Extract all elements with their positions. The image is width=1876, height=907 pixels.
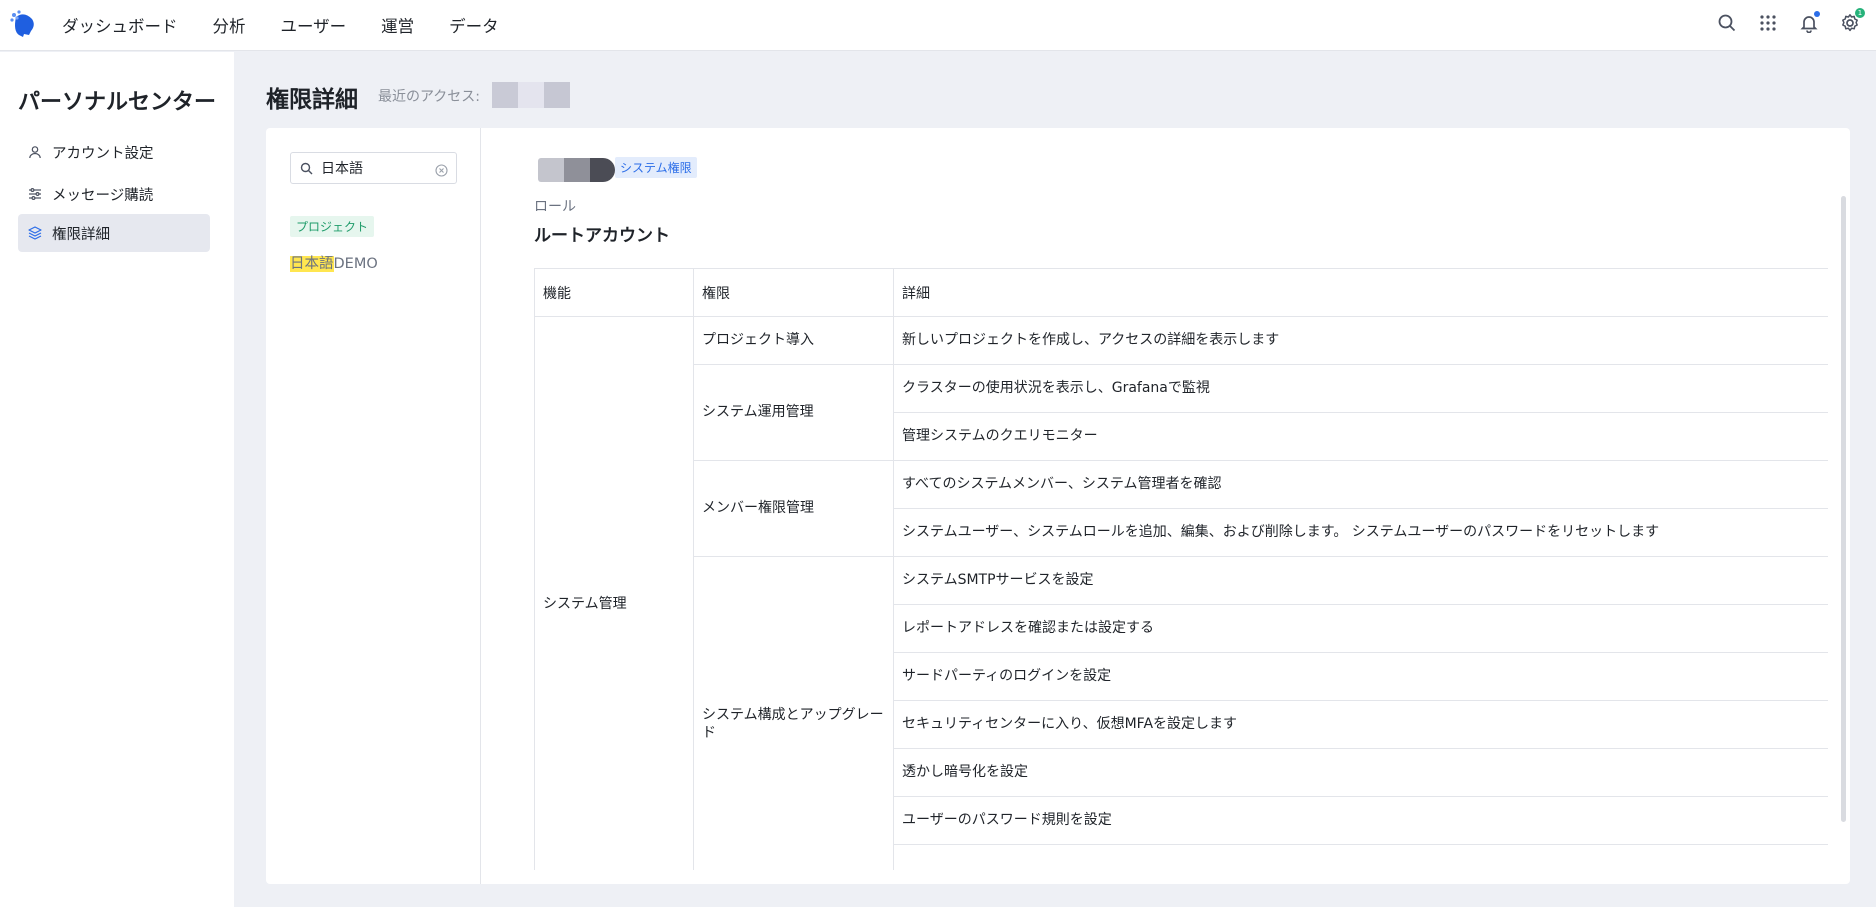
sidebar-item-message-subscription[interactable]: メッセージ購読 <box>18 175 210 213</box>
nav-item-1[interactable]: 分析 <box>213 13 246 37</box>
project-tag: プロジェクト <box>290 216 375 237</box>
role-avatar <box>538 158 615 182</box>
system-permission-tag: システム権限 <box>615 157 697 178</box>
bell-icon[interactable] <box>1797 11 1821 35</box>
search-icon <box>300 161 314 175</box>
table-row: システム管理 プロジェクト導入 新しいプロジェクトを作成し、アクセスの詳細を表示しま… <box>534 316 1828 870</box>
column-header-details: 詳細 <box>893 268 1828 317</box>
gear-icon[interactable]: 1 <box>1838 8 1865 35</box>
permission-cell: メンバー権限管理 <box>693 460 894 557</box>
project-item-rest: DEMO <box>333 256 378 272</box>
role-label: ロール <box>534 199 576 215</box>
detail-cell: 管理システムのクエリモニター <box>893 412 1828 461</box>
permission-card: プロジェクト 日本語DEMO システム権限 ロール ルートアカウント 機能 権限… <box>266 128 1850 884</box>
top-right-icons: 1 <box>1698 8 1865 35</box>
sidebar-title: パーソナルセンター <box>18 90 217 115</box>
page-title: 権限詳細 <box>266 87 358 113</box>
detail-cell: すべてのシステムメンバー、システム管理者を確認 <box>893 460 1828 509</box>
permission-cell: システム運用管理 <box>693 364 894 461</box>
detail-cell <box>893 844 1828 870</box>
detail-cell: クラスターの使用状況を表示し、Grafanaで監視 <box>893 364 1828 413</box>
function-cell: システム管理 <box>534 316 694 870</box>
permission-detail-panel: システム権限 ロール ルートアカウント 機能 権限 詳細 システム管理 プロジェク… <box>506 128 1850 884</box>
detail-cell: システムSMTPサービスを設定 <box>893 556 1828 605</box>
sidebar-item-label: メッセージ購読 <box>52 187 154 204</box>
table-row: メンバー権限管理 すべてのシステムメンバー、システム管理者を確認 <box>535 460 1828 557</box>
permission-cell: システム構成とアップグレード <box>693 556 894 870</box>
nav-item-4[interactable]: データ <box>449 13 499 37</box>
table-scrollbar[interactable] <box>1841 196 1846 822</box>
nav-item-2[interactable]: ユーザー <box>281 13 347 37</box>
search-icon[interactable] <box>1715 11 1739 35</box>
user-icon <box>27 144 43 160</box>
settings-badge: 1 <box>1855 8 1865 18</box>
grid-icon[interactable] <box>1756 11 1780 35</box>
notification-dot <box>1814 11 1820 17</box>
permission-table: 機能 権限 詳細 システム管理 プロジェクト導入 新しいプロジェクトを作成し、アクセ… <box>534 268 1828 870</box>
detail-cell: レポートアドレスを確認または設定する <box>893 604 1828 653</box>
column-header-function: 機能 <box>534 268 694 317</box>
nav-item-0[interactable]: ダッシュボード <box>62 13 178 37</box>
layers-icon <box>27 225 43 241</box>
sidebar: パーソナルセンター アカウント設定 メッセージ購読 権限詳細 <box>0 52 234 907</box>
detail-cell: ユーザーのパスワード規則を設定 <box>893 796 1828 845</box>
search-input-box[interactable] <box>290 152 457 184</box>
project-item[interactable]: 日本語DEMO <box>290 252 378 273</box>
sidebar-item-permission-details[interactable]: 権限詳細 <box>18 214 210 252</box>
nav-item-3[interactable]: 運営 <box>381 13 414 37</box>
project-panel: プロジェクト 日本語DEMO <box>266 128 481 884</box>
role-value: ルートアカウント <box>534 226 670 246</box>
table-row: システム運用管理 クラスターの使用状況を表示し、Grafanaで監視 <box>535 364 1828 461</box>
clear-icon[interactable] <box>435 162 448 177</box>
brain-logo-icon[interactable] <box>6 7 42 43</box>
permission-cell: プロジェクト導入 <box>693 316 894 365</box>
detail-cell: システムユーザー、システムロールを追加、編集、および削除します。 システムユーザ… <box>893 508 1828 557</box>
search-highlight: 日本語 <box>290 256 334 272</box>
detail-cell: 新しいプロジェクトを作成し、アクセスの詳細を表示します <box>893 316 1828 365</box>
recent-access-avatars[interactable] <box>492 82 570 108</box>
detail-cell: 透かし暗号化を設定 <box>893 748 1828 797</box>
table-header-row: 機能 権限 詳細 <box>534 268 1828 317</box>
sidebar-item-label: アカウント設定 <box>52 145 154 162</box>
table-row: システム構成とアップグレード システムSMTPサービスを設定 <box>535 556 1828 870</box>
top-navigation-bar: ダッシュボード 分析 ユーザー 運営 データ 1 <box>0 0 1876 51</box>
permission-table-container[interactable]: 機能 権限 詳細 システム管理 プロジェクト導入 新しいプロジェクトを作成し、アクセ… <box>534 268 1828 870</box>
sidebar-item-label: 権限詳細 <box>52 226 110 243</box>
sidebar-item-account-settings[interactable]: アカウント設定 <box>18 133 210 171</box>
detail-cell: セキュリティセンターに入り、仮想MFAを設定します <box>893 700 1828 749</box>
recent-access-label: 最近のアクセス: <box>378 89 481 105</box>
detail-cell: サードパーティのログインを設定 <box>893 652 1828 701</box>
sliders-icon <box>27 186 43 202</box>
main-nav: ダッシュボード 分析 ユーザー 運営 データ <box>62 13 534 37</box>
column-header-permission: 権限 <box>693 268 894 317</box>
search-input[interactable] <box>321 160 431 176</box>
